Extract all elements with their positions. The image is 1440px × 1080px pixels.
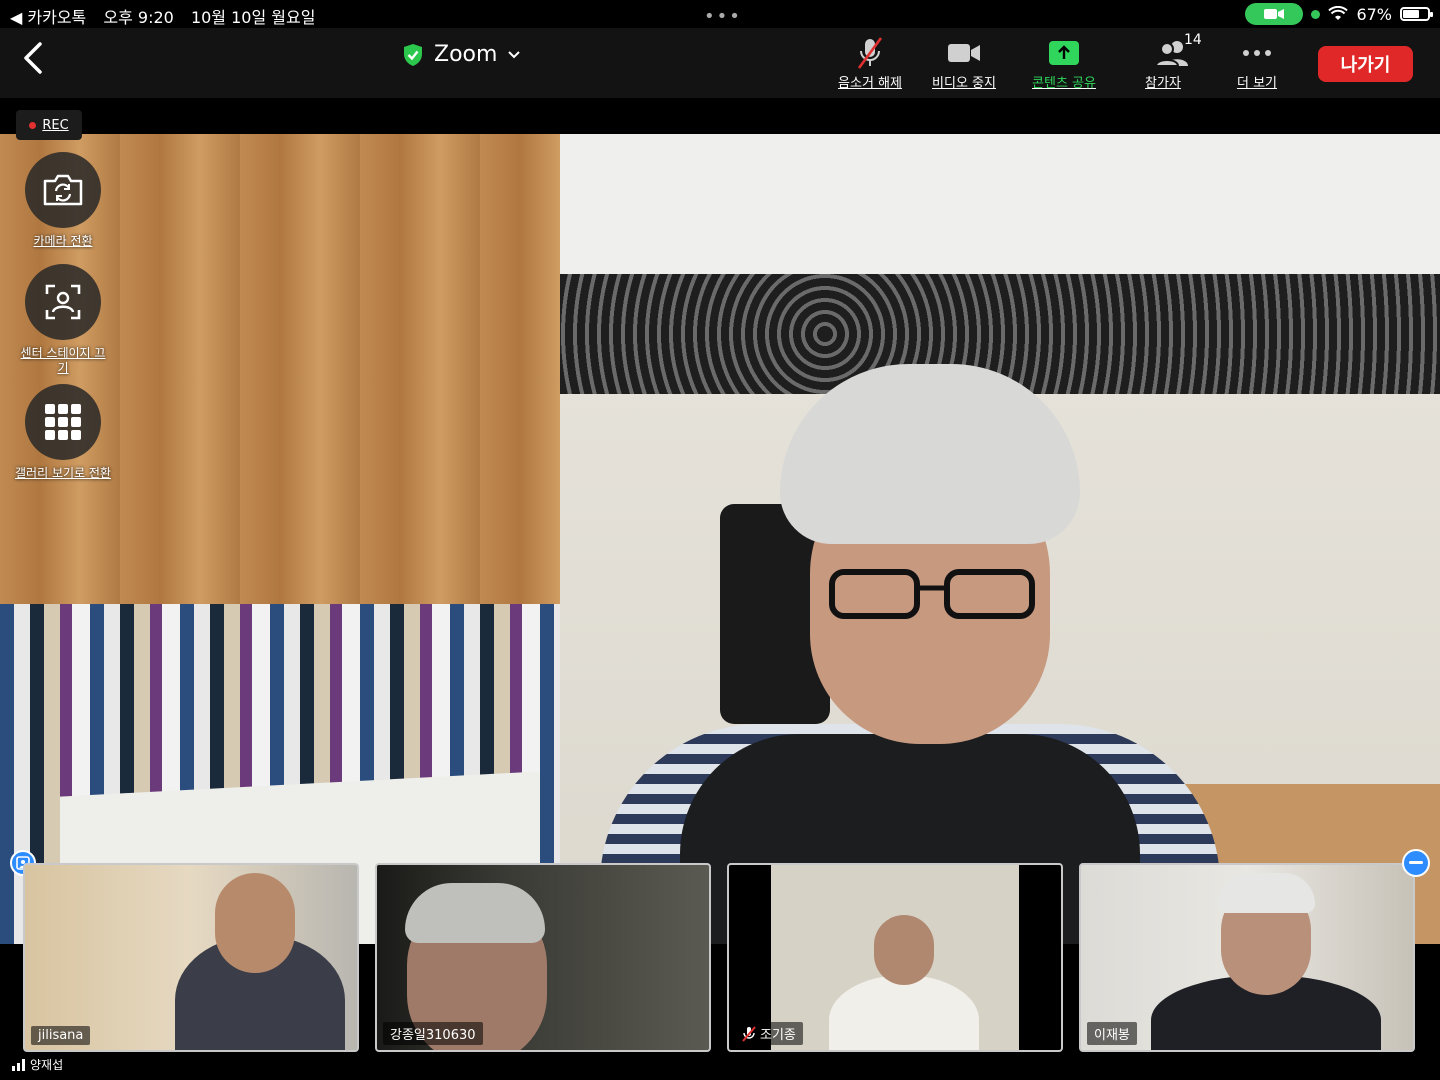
battery-percent: 67% bbox=[1356, 4, 1392, 24]
participant-tile[interactable]: 조기종 bbox=[727, 863, 1063, 1052]
mic-muted-icon bbox=[857, 37, 883, 69]
more-button[interactable]: 더 보기 bbox=[1228, 36, 1286, 91]
status-time: 오후 9:20 bbox=[103, 8, 174, 27]
speaker-hair bbox=[780, 364, 1080, 544]
active-speaker-name: 양재섭 bbox=[30, 1058, 64, 1072]
battery-icon bbox=[1400, 7, 1433, 21]
center-stage-button[interactable]: 센터 스테이지 끄기 bbox=[18, 264, 108, 376]
participants-count: 14 bbox=[1184, 32, 1202, 48]
participant-tile[interactable]: 강종일310630 bbox=[375, 863, 711, 1052]
unmute-label: 음소거 해제 bbox=[838, 76, 902, 91]
participant-face bbox=[874, 915, 934, 985]
participant-name-tag: 강종일310630 bbox=[383, 1022, 483, 1045]
status-date: 10월 10일 월요일 bbox=[190, 8, 316, 27]
stop-video-label: 비디오 중지 bbox=[932, 76, 996, 91]
camera-in-use-icon bbox=[1245, 3, 1304, 25]
grid-icon bbox=[45, 404, 81, 440]
more-dots-icon bbox=[1243, 50, 1271, 56]
share-content-button[interactable]: 콘텐츠 공유 bbox=[1030, 36, 1098, 91]
switch-camera-label: 카메라 전환 bbox=[33, 234, 93, 248]
active-speaker-video[interactable] bbox=[0, 134, 1440, 944]
more-label: 더 보기 bbox=[1236, 76, 1277, 91]
gallery-view-label: 갤러리 보기로 전환 bbox=[15, 466, 111, 480]
mic-muted-icon bbox=[742, 1025, 756, 1042]
rec-label: REC bbox=[42, 117, 69, 133]
wifi-icon bbox=[1328, 6, 1349, 20]
participant-name-tag: 이재봉 bbox=[1087, 1022, 1137, 1045]
multitasking-dots[interactable]: ••• bbox=[704, 6, 742, 27]
shield-check-icon bbox=[404, 43, 422, 66]
meeting-title-dropdown[interactable]: Zoom bbox=[402, 42, 521, 67]
participants-button[interactable]: 14 참가자 bbox=[1140, 32, 1206, 91]
participant-hair bbox=[405, 883, 545, 943]
participant-tile[interactable]: 이재봉 bbox=[1079, 863, 1415, 1052]
background-screen bbox=[555, 134, 1440, 274]
center-stage-label: 센터 스테이지 끄기 bbox=[20, 346, 106, 375]
participant-name: jilisana bbox=[38, 1028, 84, 1043]
stop-video-button[interactable]: 비디오 중지 bbox=[930, 36, 998, 91]
back-chevron-icon[interactable] bbox=[18, 40, 48, 76]
participant-name-tag: 조기종 bbox=[735, 1022, 803, 1045]
participant-name: 강종일310630 bbox=[390, 1028, 476, 1043]
unmute-button[interactable]: 음소거 해제 bbox=[836, 36, 904, 91]
participant-name: 이재봉 bbox=[1094, 1028, 1130, 1043]
minimize-thumbnails-icon[interactable] bbox=[1402, 849, 1430, 877]
leave-button[interactable]: 나가기 bbox=[1318, 46, 1413, 82]
participant-name-tag: jilisana bbox=[31, 1026, 91, 1045]
participant-tile[interactable]: jilisana bbox=[23, 863, 359, 1052]
camera-switch-icon bbox=[43, 174, 83, 206]
video-camera-icon bbox=[948, 44, 980, 62]
center-stage-icon bbox=[45, 284, 81, 320]
speaker-glasses bbox=[829, 569, 1035, 619]
chevron-down-icon bbox=[508, 50, 521, 58]
meeting-toolbar: Zoom 음소거 해제 비디오 중지 콘텐츠 공유 14 참가자 더 보기 나가… bbox=[0, 28, 1440, 98]
participants-label: 참가자 bbox=[1145, 76, 1181, 91]
back-to-app-link[interactable]: ◀ 카카오톡 bbox=[10, 8, 86, 27]
audio-level-icon bbox=[12, 1058, 25, 1071]
meeting-title: Zoom bbox=[434, 42, 498, 67]
switch-camera-button[interactable]: 카메라 전환 bbox=[24, 152, 102, 249]
speaker-figure bbox=[560, 364, 1220, 944]
participant-figure bbox=[829, 975, 979, 1050]
status-right: 67% bbox=[1245, 2, 1433, 26]
recording-dot-icon bbox=[29, 121, 37, 129]
participant-name: 조기종 bbox=[760, 1028, 796, 1043]
recording-indicator[interactable]: REC bbox=[16, 110, 82, 140]
participant-face bbox=[215, 873, 295, 973]
participant-hair bbox=[1217, 873, 1315, 913]
status-left: ◀ 카카오톡 오후 9:20 10월 10일 월요일 bbox=[10, 4, 327, 28]
gallery-view-button[interactable]: 갤러리 보기로 전환 bbox=[14, 384, 112, 481]
privacy-indicator-icon bbox=[1311, 9, 1321, 19]
share-content-label: 콘텐츠 공유 bbox=[1032, 76, 1096, 91]
active-speaker-indicator: 양재섭 bbox=[12, 1056, 63, 1073]
ios-status-bar: ◀ 카카오톡 오후 9:20 10월 10일 월요일 ••• 67% bbox=[0, 0, 1440, 28]
share-screen-icon bbox=[1049, 41, 1079, 65]
